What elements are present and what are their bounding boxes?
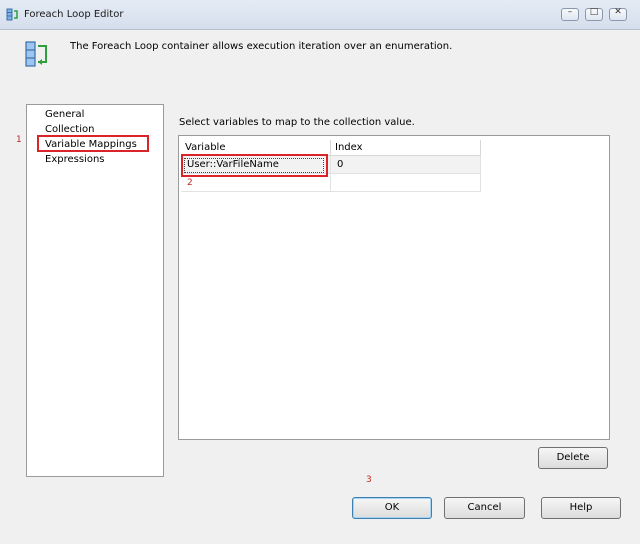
close-icon: ✕ xyxy=(614,7,622,17)
ok-button[interactable]: OK xyxy=(352,497,432,519)
foreach-loop-icon xyxy=(6,8,18,21)
minimize-icon: – xyxy=(567,7,573,17)
minimize-button[interactable]: – xyxy=(561,7,579,21)
index-cell[interactable]: 0 xyxy=(331,156,481,174)
mapping-instruction: Select variables to map to the collectio… xyxy=(179,117,415,128)
annotation-marker-2: 2 xyxy=(187,178,193,188)
close-button[interactable]: ✕ xyxy=(609,7,627,21)
maximize-icon: □ xyxy=(589,7,599,17)
nav-item-general[interactable]: General xyxy=(45,109,84,120)
annotation-marker-3: 3 xyxy=(366,475,372,485)
annotation-highlight-nav xyxy=(37,135,149,152)
foreach-loop-icon xyxy=(25,41,47,67)
nav-item-collection[interactable]: Collection xyxy=(45,124,94,135)
nav-item-expressions[interactable]: Expressions xyxy=(45,154,105,165)
column-header-index[interactable]: Index xyxy=(331,140,481,156)
cancel-button[interactable]: Cancel xyxy=(444,497,525,519)
annotation-highlight-variable xyxy=(181,154,328,177)
window-title: Foreach Loop Editor xyxy=(24,9,124,20)
help-button[interactable]: Help xyxy=(541,497,621,519)
nav-panel: General Collection Variable Mappings Exp… xyxy=(26,104,164,477)
annotation-marker-1: 1 xyxy=(16,135,22,145)
delete-button[interactable]: Delete xyxy=(538,447,608,469)
maximize-button[interactable]: □ xyxy=(585,7,603,21)
title-bar[interactable]: Foreach Loop Editor – □ ✕ xyxy=(0,0,640,30)
new-index-cell[interactable] xyxy=(331,174,481,192)
editor-description: The Foreach Loop container allows execut… xyxy=(70,41,453,52)
variable-mapping-grid: Variable Index User::VarFileName 0 xyxy=(178,135,610,440)
